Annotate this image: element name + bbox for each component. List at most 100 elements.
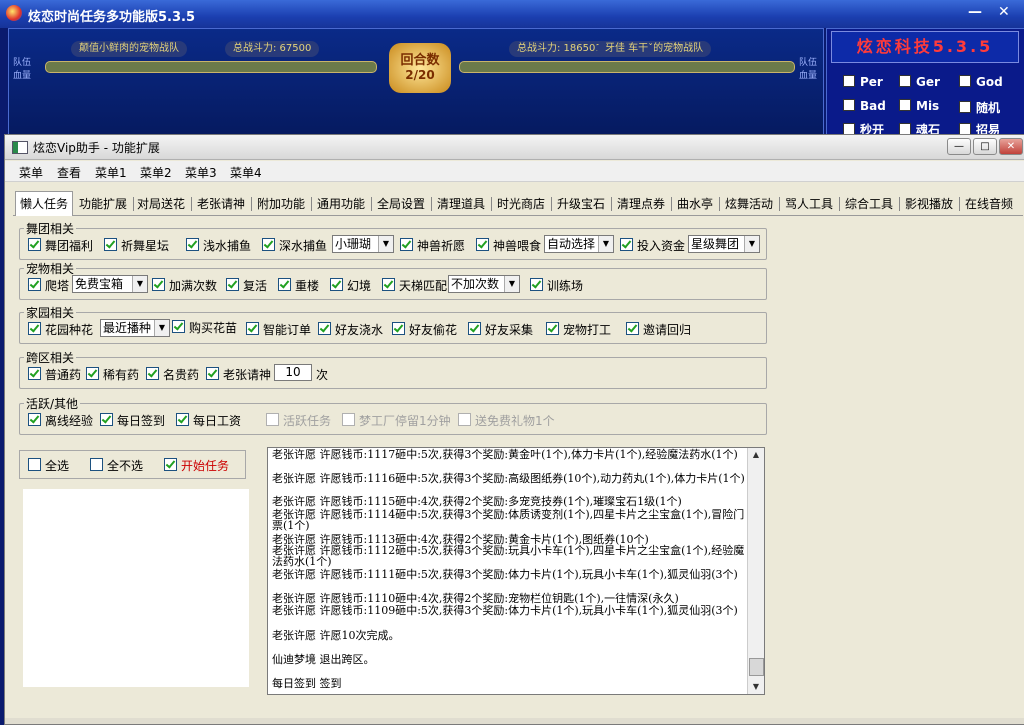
label: 加满次数	[169, 279, 218, 293]
tab-feature-ext[interactable]: 功能扩展	[79, 195, 127, 214]
chk-daily-wage[interactable]: 每日工资	[176, 412, 241, 429]
chk-dance-welfare[interactable]: 舞团福利	[28, 237, 93, 254]
chk-plant-flowers[interactable]: 花园种花	[28, 321, 93, 338]
maximize-button[interactable]: □	[973, 138, 997, 155]
menu-2[interactable]: 菜单2	[140, 164, 172, 181]
tab-zhang-god[interactable]: 老张请神	[197, 195, 245, 214]
label: 邀请回归	[643, 323, 692, 337]
option-label: God	[976, 75, 1003, 89]
tab-clean-coupons[interactable]: 清理点券	[617, 195, 665, 214]
select-value: 不加次数	[451, 277, 500, 291]
minimize-button[interactable]: —	[947, 138, 971, 155]
chk-pet-work[interactable]: 宠物打工	[546, 321, 611, 338]
option-per[interactable]: Per	[843, 75, 883, 89]
chk-invest-funds[interactable]: 投入资金	[620, 237, 685, 254]
option-random[interactable]: 随机	[959, 99, 1000, 116]
label: 每日工资	[193, 414, 242, 428]
scroll-up-icon[interactable]: ▲	[748, 448, 764, 462]
chk-select-none[interactable]: 全不选	[90, 457, 143, 474]
chk-buy-seedlings[interactable]: 购买花苗	[172, 319, 237, 336]
chk-shallow-fish[interactable]: 浅水捕鱼	[186, 237, 251, 254]
chk-climb-tower[interactable]: 爬塔	[28, 277, 69, 294]
select-fish-bait[interactable]: 小珊瑚 ▼	[332, 235, 394, 253]
close-button[interactable]: ✕	[999, 138, 1023, 155]
label: 送免费礼物1个	[475, 414, 555, 428]
label: 离线经验	[45, 414, 94, 428]
chk-beast-wish[interactable]: 神兽祈愿	[400, 237, 465, 254]
chk-invite-return[interactable]: 邀请回归	[626, 321, 691, 338]
menu-view[interactable]: 查看	[57, 164, 81, 181]
chk-select-all[interactable]: 全选	[28, 457, 69, 474]
menu-main[interactable]: 菜单	[19, 164, 43, 181]
task-log[interactable]: 老张许愿 许愿钱币:1117砸中:5次,获得3个奖励:黄金叶(1个),体力卡片(…	[267, 447, 765, 695]
chk-pray-star[interactable]: 祈舞星坛	[104, 237, 169, 254]
chk-friend-steal[interactable]: 好友偷花	[392, 321, 457, 338]
chk-smart-order[interactable]: 智能订单	[246, 321, 311, 338]
chk-offline-exp[interactable]: 离线经验	[28, 412, 93, 429]
count-unit: 次	[316, 368, 329, 382]
left-hp-bar	[45, 61, 377, 73]
tab-video[interactable]: 影视播放	[905, 195, 953, 214]
chk-active-task[interactable]: 活跃任务	[266, 412, 331, 429]
group-title: 家园相关	[24, 304, 77, 321]
select-ladder-times[interactable]: 不加次数 ▼	[448, 275, 520, 293]
chk-fill-times[interactable]: 加满次数	[152, 277, 217, 294]
tab-battle-flowers[interactable]: 对局送花	[137, 195, 185, 214]
chk-training[interactable]: 训练场	[530, 277, 583, 294]
group-home: 家园相关 花园种花 最近播种 ▼ 购买花苗 智能订单 好友浇水 好友偷花 好友采集…	[19, 304, 767, 344]
chk-start-task[interactable]: 开始任务	[164, 457, 229, 474]
game-minimize-button[interactable]: —	[968, 4, 982, 20]
tab-upgrade-gem[interactable]: 升级宝石	[557, 195, 605, 214]
select-star-team[interactable]: 星级舞团 ▼	[688, 235, 760, 253]
tab-clean-items[interactable]: 清理道具	[437, 195, 485, 214]
option-bad[interactable]: Bad	[843, 99, 886, 113]
chk-daily-signin[interactable]: 每日签到	[100, 412, 165, 429]
option-ger[interactable]: Ger	[899, 75, 940, 89]
chk-dream-factory[interactable]: 梦工厂停留1分钟	[342, 412, 451, 429]
select-value: 最近播种	[103, 321, 152, 335]
chk-friend-water[interactable]: 好友浇水	[318, 321, 383, 338]
scroll-thumb[interactable]	[749, 658, 764, 676]
label: 祈舞星坛	[121, 239, 170, 253]
chk-normal-potion[interactable]: 普通药	[28, 366, 81, 383]
label: 稀有药	[103, 368, 140, 382]
god-count-input[interactable]: 10	[274, 364, 312, 381]
tab-global[interactable]: 全局设置	[377, 195, 425, 214]
log-scrollbar[interactable]: ▲ ▼	[747, 448, 764, 694]
tab-extra[interactable]: 附加功能	[257, 195, 305, 214]
tab-general[interactable]: 通用功能	[317, 195, 365, 214]
tab-combined-tool[interactable]: 综合工具	[845, 195, 893, 214]
select-tower-box[interactable]: 免费宝箱 ▼	[72, 275, 148, 293]
tab-time-shop[interactable]: 时光商店	[497, 195, 545, 214]
chk-revive[interactable]: 复活	[226, 277, 267, 294]
menu-1[interactable]: 菜单1	[95, 164, 127, 181]
option-god[interactable]: God	[959, 75, 1003, 89]
game-close-button[interactable]: ✕	[998, 4, 1010, 20]
select-feed-mode[interactable]: 自动选择 ▼	[544, 235, 614, 253]
chk-friend-collect[interactable]: 好友采集	[468, 321, 533, 338]
tab-separator	[671, 197, 672, 211]
chk-beast-feed[interactable]: 神兽喂食	[476, 237, 541, 254]
chk-chonglou[interactable]: 重楼	[278, 277, 319, 294]
chk-deep-fish[interactable]: 深水捕鱼	[262, 237, 327, 254]
select-plant-mode[interactable]: 最近播种 ▼	[100, 319, 170, 337]
menu-4[interactable]: 菜单4	[230, 164, 262, 181]
tab-lazy-tasks[interactable]: 懒人任务	[15, 191, 73, 216]
chk-rare-potion[interactable]: 稀有药	[86, 366, 139, 383]
chk-zhang-god[interactable]: 老张请神	[206, 366, 271, 383]
chk-precious-potion[interactable]: 名贵药	[146, 366, 199, 383]
tab-audio[interactable]: 在线音频	[965, 195, 1013, 214]
tab-dance-event[interactable]: 炫舞活动	[725, 195, 773, 214]
option-mis[interactable]: Mis	[899, 99, 939, 113]
chk-ladder-match[interactable]: 天梯匹配	[382, 277, 447, 294]
tab-qushui[interactable]: 曲水亭	[677, 195, 713, 214]
chevron-down-icon: ▼	[744, 236, 759, 252]
chk-illusion[interactable]: 幻境	[330, 277, 371, 294]
tab-separator	[311, 197, 312, 211]
tab-curse-tool[interactable]: 骂人工具	[785, 195, 833, 214]
chk-free-gift[interactable]: 送免费礼物1个	[458, 412, 555, 429]
menu-3[interactable]: 菜单3	[185, 164, 217, 181]
scroll-down-icon[interactable]: ▼	[748, 680, 764, 694]
group-title: 宠物相关	[24, 260, 77, 277]
game-window-title: 炫恋时尚任务多功能版5.3.5	[28, 10, 196, 25]
